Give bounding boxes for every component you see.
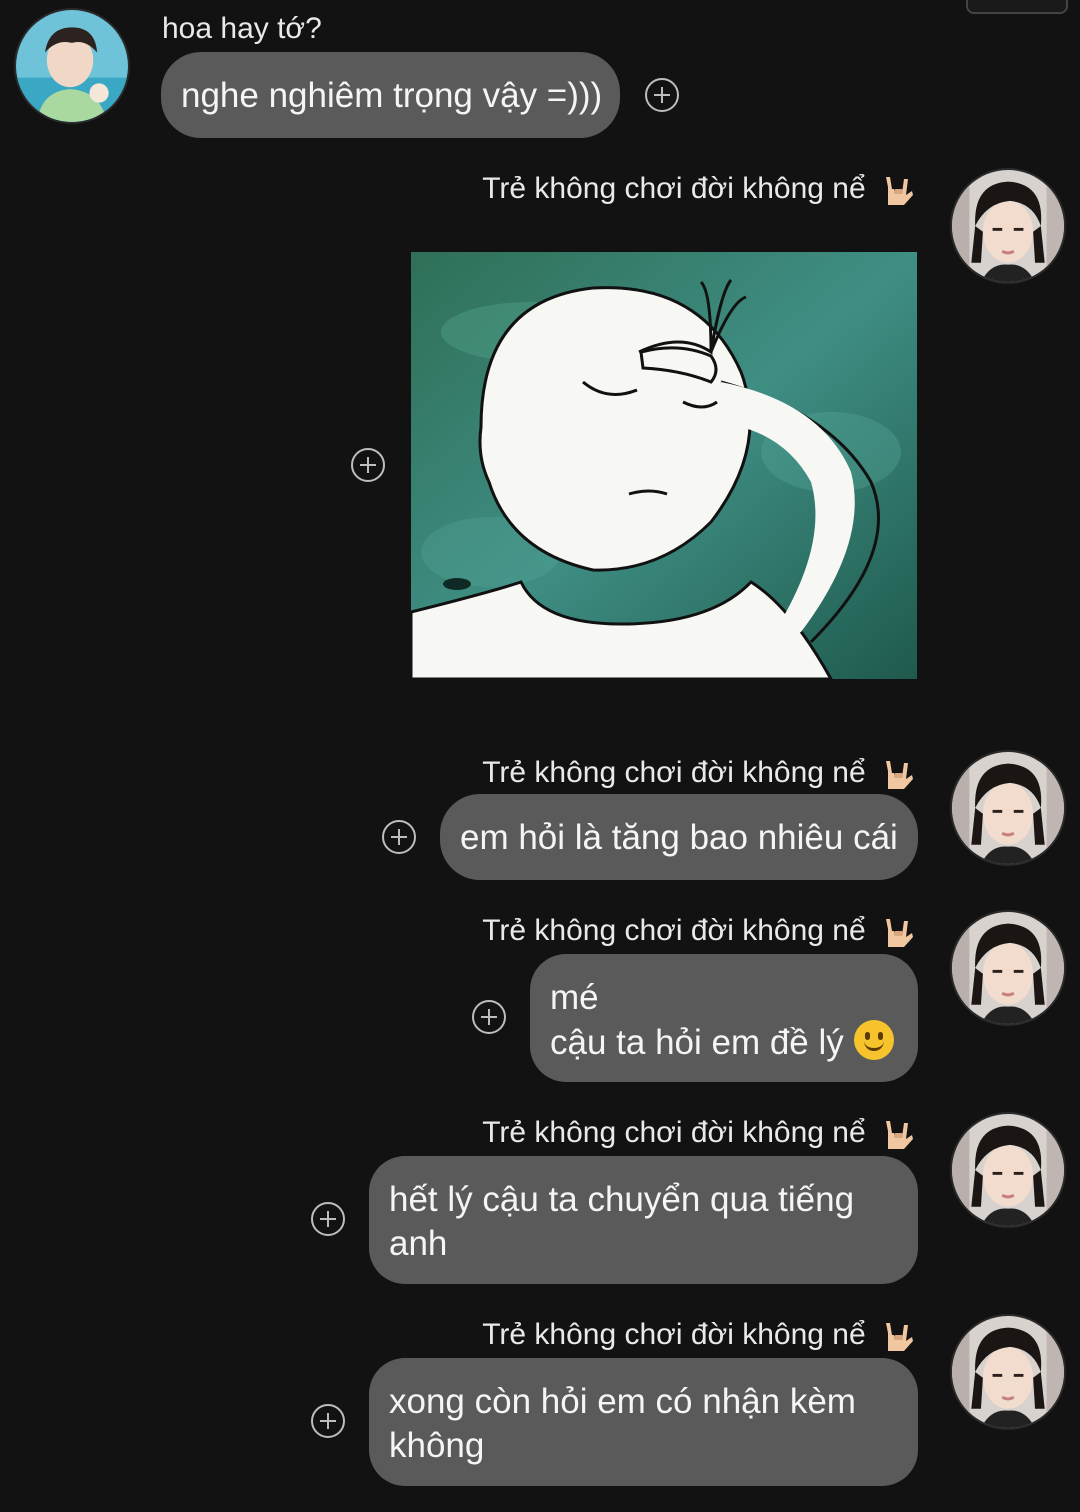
add-reaction-icon[interactable] [472,1000,506,1034]
message-text-line-2: không [389,1426,485,1465]
love-you-gesture-emoji [886,1323,913,1352]
sender-name: hoa hay tớ? [162,12,322,45]
avatar-me[interactable] [950,168,1066,284]
add-reaction-icon[interactable] [382,820,416,854]
avatar-me[interactable] [950,1112,1066,1228]
avatar-other-user[interactable] [14,8,130,124]
sender-name-text: Trẻ không chơi đời không nể [482,756,866,789]
message-bubble[interactable]: nghe nghiêm trọng vậy =))) [161,52,620,138]
add-reaction-icon[interactable] [311,1404,345,1438]
sender-name-text: Trẻ không chơi đời không nể [482,1116,866,1149]
love-you-gesture-emoji [886,1121,913,1150]
message-text: nghe nghiêm trọng vậy =))) [181,76,603,115]
message-bubble[interactable]: mé cậu ta hỏi em đề lý [530,954,918,1082]
love-you-gesture-emoji [886,177,913,206]
add-reaction-icon[interactable] [311,1202,345,1236]
message-text-line-1: mé [550,978,599,1017]
meme-image[interactable] [411,252,917,679]
message-bubble[interactable]: hết lý cậu ta chuyển qua tiếng anh [369,1156,918,1284]
slightly-smiling-face-emoji [853,1020,894,1060]
top-edge-element [966,0,1068,14]
message-bubble[interactable]: em hỏi là tăng bao nhiêu cái [440,794,918,880]
message-bubble[interactable]: xong còn hỏi em có nhận kèm không [369,1358,918,1486]
message-text: em hỏi là tăng bao nhiêu cái [460,818,898,857]
sender-name-text: Trẻ không chơi đời không nể [482,172,866,205]
sender-name: Trẻ không chơi đời không nể [482,172,914,207]
message-text-line-1: hết lý cậu ta chuyển qua tiếng [389,1180,855,1219]
avatar-me[interactable] [950,1314,1066,1430]
sender-name: Trẻ không chơi đời không nể [482,1116,914,1151]
sender-name-text: Trẻ không chơi đời không nể [482,1318,866,1351]
message-text-line-2: anh [389,1224,448,1263]
message-text-line-1: xong còn hỏi em có nhận kèm [389,1382,856,1421]
love-you-gesture-emoji [886,761,913,790]
sender-name-text: Trẻ không chơi đời không nể [482,914,866,947]
avatar-me[interactable] [950,910,1066,1026]
avatar-me[interactable] [950,750,1066,866]
sender-name: Trẻ không chơi đời không nể [482,914,914,949]
love-you-gesture-emoji [886,919,913,948]
add-reaction-icon[interactable] [351,448,385,482]
message-text: cậu ta hỏi em đề lý [550,1023,844,1062]
add-reaction-icon[interactable] [645,78,679,112]
sender-name: Trẻ không chơi đời không nể [482,756,914,791]
message-text-line-2: cậu ta hỏi em đề lý [550,1020,918,1065]
sender-name: Trẻ không chơi đời không nể [482,1318,914,1353]
